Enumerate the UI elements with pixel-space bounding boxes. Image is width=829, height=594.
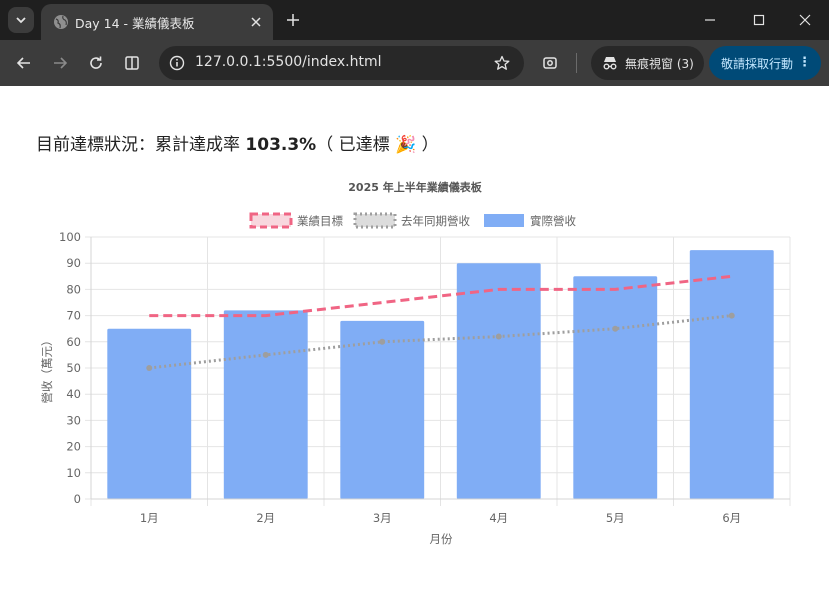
tab-search-button[interactable] xyxy=(8,7,34,33)
tab-bar: Day 14 - 業績儀表板 xyxy=(0,0,829,40)
y-tick-label: 60 xyxy=(66,335,81,349)
arrow-left-icon xyxy=(16,57,30,69)
back-button[interactable] xyxy=(12,51,36,75)
point-last-year-revenue xyxy=(146,365,153,371)
forward-button[interactable] xyxy=(48,51,72,75)
tab-close-button[interactable] xyxy=(247,13,265,31)
reload-button[interactable] xyxy=(84,51,108,75)
plus-icon xyxy=(287,14,299,26)
y-tick-label: 90 xyxy=(66,256,81,270)
x-tick-label: 6月 xyxy=(722,511,741,525)
y-tick-label: 30 xyxy=(66,413,81,427)
chevron-down-icon xyxy=(16,17,26,24)
incognito-label: 無痕視窗 (3) xyxy=(625,57,694,71)
point-last-year-revenue xyxy=(495,333,502,340)
globe-icon xyxy=(54,15,68,29)
y-tick-label: 40 xyxy=(66,387,81,401)
x-tick-label: 3月 xyxy=(373,511,392,525)
legend-item: 去年同期營收 xyxy=(353,212,470,229)
minimize-icon xyxy=(705,19,715,21)
y-tick-label: 70 xyxy=(66,309,81,323)
close-window-button[interactable] xyxy=(792,8,818,32)
legend-item: 業績目標 xyxy=(249,212,343,229)
tab-title: Day 14 - 業績儀表板 xyxy=(75,16,195,31)
more-vert-icon[interactable]: ⋮ xyxy=(798,55,811,71)
point-last-year-revenue xyxy=(612,325,619,332)
address-bar[interactable]: 127.0.0.1:5500/index.html xyxy=(159,46,524,80)
take-action-label: 敬請採取行動 xyxy=(721,57,794,71)
chart-legend: 業績目標 去年同期營收 實際營收 xyxy=(249,212,576,229)
site-info-button[interactable] xyxy=(167,53,187,73)
page-content: 目前達標狀況：累計達成率 103.3%（ 已達標 🎉 ） 0 10 20 30 40 50… xyxy=(0,86,829,594)
info-icon xyxy=(169,55,185,71)
bookmark-button[interactable] xyxy=(492,53,512,73)
url-text: 127.0.0.1:5500/index.html xyxy=(195,54,382,70)
point-last-year-revenue xyxy=(728,312,735,319)
x-tick-label: 4月 xyxy=(489,511,508,525)
camera-search-icon xyxy=(543,57,557,69)
y-tick-label: 0 xyxy=(74,492,81,506)
close-icon xyxy=(799,14,811,26)
bar-actual-revenue xyxy=(456,263,541,499)
close-icon xyxy=(251,17,261,27)
reload-icon xyxy=(90,56,102,69)
x-tick-label: 5月 xyxy=(606,511,625,525)
lens-button[interactable] xyxy=(538,51,562,75)
y-tick-label: 50 xyxy=(66,361,81,375)
bar-actual-revenue xyxy=(223,310,308,499)
legend-label: 業績目標 xyxy=(297,214,343,228)
point-last-year-revenue xyxy=(262,351,269,358)
incognito-button[interactable]: 無痕視窗 (3) xyxy=(591,46,704,80)
x-tick-label: 2月 xyxy=(256,511,275,525)
legend-label: 實際營收 xyxy=(530,214,576,228)
bar-actual-revenue xyxy=(107,328,192,499)
legend-item: 實際營收 xyxy=(484,214,576,228)
maximize-button[interactable] xyxy=(746,8,772,32)
x-tick-label: 1月 xyxy=(140,511,159,525)
split-view-button[interactable] xyxy=(120,51,144,75)
bar-actual-revenue xyxy=(689,250,774,499)
toolbar-divider xyxy=(576,53,577,73)
star-icon xyxy=(494,55,510,70)
y-tick-label: 20 xyxy=(66,440,81,454)
minimize-button[interactable] xyxy=(697,8,723,32)
legend-swatch xyxy=(484,214,524,227)
split-view-icon xyxy=(125,56,139,70)
y-tick-label: 80 xyxy=(66,282,81,296)
y-axis-label: 營收（萬元） xyxy=(40,335,54,404)
point-last-year-revenue xyxy=(379,338,386,345)
chart-title: 2025 年上半年業績儀表板 xyxy=(348,180,482,194)
incognito-icon xyxy=(603,57,617,70)
new-tab-button[interactable] xyxy=(283,10,303,30)
y-tick-label: 10 xyxy=(66,466,81,480)
legend-swatch xyxy=(353,212,397,229)
take-action-button[interactable]: 敬請採取行動 ⋮ xyxy=(709,46,821,80)
y-tick-label: 100 xyxy=(59,230,81,244)
x-axis-label: 月份 xyxy=(430,532,453,546)
arrow-right-icon xyxy=(54,57,68,69)
bar-actual-revenue xyxy=(340,320,425,499)
legend-label: 去年同期營收 xyxy=(401,214,470,228)
legend-swatch xyxy=(249,212,293,229)
revenue-chart: 0 10 20 30 40 50 60 70 80 90 100 1月 2月 3月 4月 5月 6月 2025 … xyxy=(40,180,791,546)
browser-toolbar: 127.0.0.1:5500/index.html 無痕視窗 (3) 敬請採取行… xyxy=(0,40,829,86)
active-tab[interactable]: Day 14 - 業績儀表板 xyxy=(41,4,273,40)
bar-actual-revenue xyxy=(573,276,658,499)
maximize-icon xyxy=(753,14,765,26)
